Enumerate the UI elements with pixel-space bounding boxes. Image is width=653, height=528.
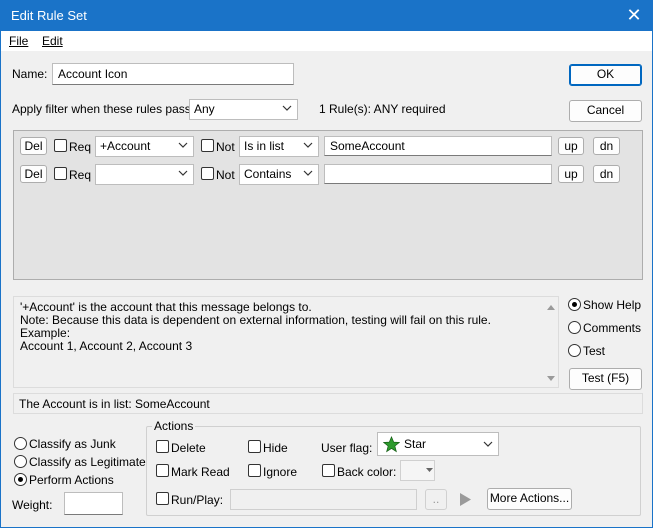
chevron-down-icon [178, 170, 188, 176]
delete-label: Delete [171, 441, 206, 455]
rule-1-not-checkbox[interactable] [201, 139, 214, 152]
menu-bar: File Edit [1, 31, 652, 51]
rule-2-up-button[interactable]: up [558, 165, 584, 183]
menu-edit[interactable]: Edit [42, 34, 63, 48]
actions-legend: Actions [152, 419, 196, 433]
classify-junk-radio[interactable] [14, 437, 27, 450]
rule-2-value-input[interactable] [324, 164, 552, 184]
hide-checkbox[interactable] [248, 440, 261, 453]
show-help-label: Show Help [583, 298, 642, 312]
menu-edit-label: Edit [42, 34, 63, 48]
window-title: Edit Rule Set [11, 8, 87, 23]
chevron-down-icon [282, 105, 292, 111]
rule-2-operator-value: Contains [244, 167, 292, 181]
rule-1-operator-value: Is in list [244, 139, 285, 153]
rule-1-req-label: Req [69, 140, 92, 154]
run-play-checkbox[interactable] [156, 492, 169, 505]
run-play-label: Run/Play: [171, 493, 224, 507]
chevron-down-icon [303, 142, 313, 148]
ignore-label: Ignore [263, 465, 298, 479]
rule-1-field-value: +Account [100, 139, 151, 153]
mark-read-label: Mark Read [171, 465, 230, 479]
rule-1-del-button[interactable]: Del [20, 137, 47, 155]
scroll-up-icon[interactable] [546, 303, 556, 311]
ignore-checkbox[interactable] [248, 464, 261, 477]
menu-file[interactable]: File [9, 34, 28, 48]
browse-button[interactable]: .. [425, 489, 447, 510]
cancel-button[interactable]: Cancel [569, 100, 642, 122]
mark-read-checkbox[interactable] [156, 464, 169, 477]
rules-summary: 1 Rule(s): ANY required [319, 102, 446, 116]
chevron-down-icon [426, 468, 433, 472]
rule-2-dn-button[interactable]: dn [593, 165, 620, 183]
rule-2-operator-select[interactable]: Contains [239, 164, 319, 185]
rule-summary-text: The Account is in list: SomeAccount [19, 397, 210, 411]
rule-1-operator-select[interactable]: Is in list [239, 136, 319, 157]
scroll-down-icon[interactable] [546, 375, 556, 383]
more-actions-button[interactable]: More Actions... [487, 488, 572, 510]
perform-actions-label: Perform Actions [29, 473, 114, 487]
rule-1-dn-button[interactable]: dn [593, 137, 620, 155]
show-help-radio[interactable] [568, 298, 581, 311]
ok-button[interactable]: OK [569, 64, 642, 86]
rule-summary-bar: The Account is in list: SomeAccount [13, 393, 643, 414]
user-flag-label: User flag: [321, 441, 373, 455]
rule-1-field-select[interactable]: +Account [95, 136, 194, 157]
user-flag-value: Star [404, 437, 427, 451]
title-bar: Edit Rule Set ✕ [1, 1, 652, 31]
user-flag-select[interactable]: Star [377, 432, 499, 456]
help-text-area[interactable]: '+Account' is the account that this mess… [13, 296, 559, 388]
run-play-path-input[interactable] [230, 489, 417, 510]
rule-2-req-label: Req [69, 168, 92, 182]
classify-junk-label: Classify as Junk [29, 437, 116, 451]
rule-1-not-label: Not [216, 140, 235, 154]
comments-radio[interactable] [568, 321, 581, 334]
weight-label: Weight: [12, 498, 53, 512]
name-input[interactable]: Account Icon [52, 63, 294, 85]
play-icon[interactable] [457, 491, 473, 508]
close-icon[interactable]: ✕ [624, 5, 644, 25]
test-label: Test [583, 344, 606, 358]
classify-legit-label: Classify as Legitimate [29, 455, 146, 469]
back-color-label: Back color: [337, 465, 397, 479]
rule-2-field-select[interactable] [95, 164, 194, 185]
filter-mode-value: Any [194, 102, 215, 116]
rule-1-req-checkbox[interactable] [54, 139, 67, 152]
classify-legit-radio[interactable] [14, 455, 27, 468]
star-icon [383, 436, 400, 453]
menu-file-label: File [9, 34, 29, 48]
weight-input[interactable] [64, 492, 123, 515]
test-radio[interactable] [568, 344, 581, 357]
test-f5-button[interactable]: Test (F5) [569, 368, 642, 390]
filter-mode-select[interactable]: Any [189, 99, 298, 120]
back-color-picker[interactable] [400, 460, 435, 481]
rule-1-up-button[interactable]: up [558, 137, 584, 155]
rule-2-not-label: Not [216, 168, 235, 182]
hide-label: Hide [263, 441, 288, 455]
name-label: Name: [12, 67, 48, 81]
chevron-down-icon [483, 441, 493, 447]
apply-filter-label: Apply filter when these rules pass: [12, 102, 195, 116]
rule-2-not-checkbox[interactable] [201, 167, 214, 180]
rule-2-del-button[interactable]: Del [20, 165, 47, 183]
comments-label: Comments [583, 321, 642, 335]
rule-1-value-input[interactable]: SomeAccount [324, 136, 552, 156]
rule-2-req-checkbox[interactable] [54, 167, 67, 180]
back-color-checkbox[interactable] [322, 464, 335, 477]
perform-actions-radio[interactable] [14, 473, 27, 486]
help-line-4: Account 1, Account 2, Account 3 [20, 339, 193, 353]
chevron-down-icon [303, 170, 313, 176]
chevron-down-icon [178, 142, 188, 148]
edit-rule-set-dialog: Edit Rule Set ✕ File Edit Name: Account … [0, 0, 653, 528]
delete-checkbox[interactable] [156, 440, 169, 453]
help-line-2: Note: Because this data is dependent on … [20, 313, 491, 327]
